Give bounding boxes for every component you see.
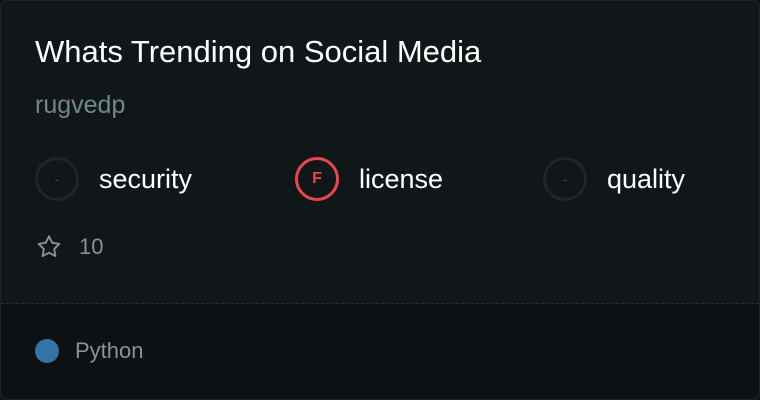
quality-grade-badge: - — [543, 157, 587, 201]
metric-quality: - quality — [543, 155, 685, 203]
security-grade-badge: - — [35, 157, 79, 201]
repo-title[interactable]: Whats Trending on Social Media — [35, 34, 481, 70]
license-grade-badge: F — [295, 157, 339, 201]
metric-license: F license — [295, 155, 443, 203]
license-label: license — [359, 163, 444, 194]
quality-label: quality — [607, 163, 686, 194]
star-outline-icon — [37, 235, 61, 257]
language-name: Python — [75, 338, 144, 363]
metric-security: - security — [35, 155, 192, 203]
language-indicator: Python — [35, 338, 144, 364]
language-color-dot — [35, 339, 59, 363]
star-count: 10 — [79, 234, 104, 259]
stars-row: 10 — [35, 233, 103, 261]
repo-card[interactable]: Whats Trending on Social Media rugvedp -… — [0, 0, 760, 400]
security-label: security — [99, 163, 193, 194]
repo-owner[interactable]: rugvedp — [35, 91, 125, 120]
